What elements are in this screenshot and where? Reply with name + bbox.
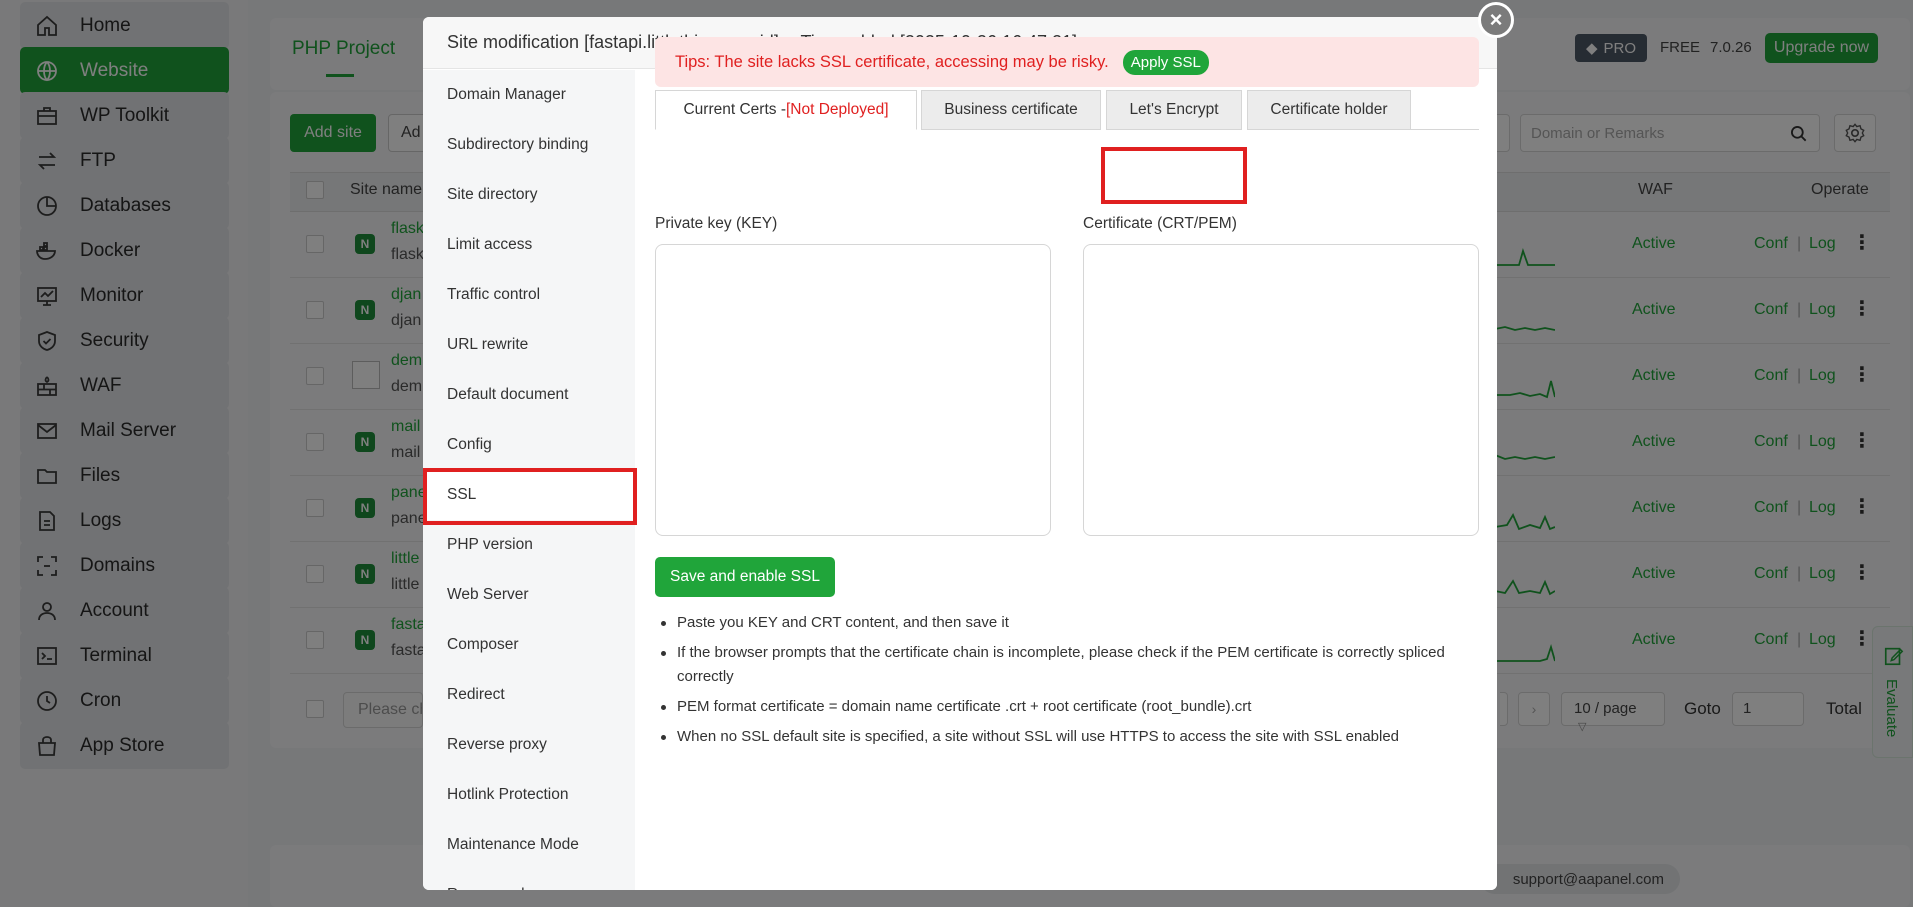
nav-site-directory[interactable]: Site directory [423,170,635,220]
nav-maintenance-mode[interactable]: Maintenance Mode [423,820,635,870]
apply-ssl-button[interactable]: Apply SSL [1122,49,1209,75]
tab-current-certs-label: Current Certs - [683,101,786,118]
nav-url-rewrite[interactable]: URL rewrite [423,320,635,370]
ssl-highlight-box [423,468,637,525]
nav-domain-manager[interactable]: Domain Manager [423,70,635,120]
tab-current-certs[interactable]: Current Certs - [Not Deployed] [655,90,917,130]
nav-composer[interactable]: Composer [423,620,635,670]
tab-business-certificate[interactable]: Business certificate [921,90,1101,130]
nav-config[interactable]: Config [423,420,635,470]
close-icon: × [1489,7,1503,32]
nav-php-version[interactable]: PHP version [423,520,635,570]
tab-certificate-holder[interactable]: Certificate holder [1247,90,1411,130]
tab-baseline [1411,129,1479,130]
ssl-help-notes: Paste you KEY and CRT content, and then … [655,611,1475,755]
certificate-label: Certificate (CRT/PEM) [1083,215,1237,232]
list-item: If the browser prompts that the certific… [655,641,1475,689]
private-key-label: Private key (KEY) [655,215,778,232]
nav-default-document[interactable]: Default document [423,370,635,420]
certificate-textarea[interactable] [1083,244,1479,536]
ssl-warning-banner: Tips: The site lacks SSL certificate, ac… [655,37,1479,87]
list-item: PEM format certificate = domain name cer… [655,695,1475,719]
private-key-textarea[interactable] [655,244,1051,536]
nav-hotlink-protection[interactable]: Hotlink Protection [423,770,635,820]
nav-subdirectory-binding[interactable]: Subdirectory binding [423,120,635,170]
nav-redirect[interactable]: Redirect [423,670,635,720]
list-item: Paste you KEY and CRT content, and then … [655,611,1475,635]
nav-web-server[interactable]: Web Server [423,570,635,620]
list-item: When no SSL default site is specified, a… [655,725,1475,749]
nav-traffic-control[interactable]: Traffic control [423,270,635,320]
save-and-enable-ssl-button[interactable]: Save and enable SSL [655,557,835,597]
nav-reverse-proxy[interactable]: Reverse proxy [423,720,635,770]
nav-response-log[interactable]: Response log [423,870,635,890]
nav-limit-access[interactable]: Limit access [423,220,635,270]
lets-encrypt-highlight-box [1101,147,1247,204]
ssl-warning-text: Tips: The site lacks SSL certificate, ac… [675,52,1109,71]
not-deployed-status: [Not Deployed] [785,101,889,118]
site-modification-dialog: Site modification [fastapi.littlethings.… [423,17,1497,890]
close-dialog-button[interactable]: × [1478,2,1514,38]
tab-lets-encrypt[interactable]: Let's Encrypt [1106,90,1242,130]
